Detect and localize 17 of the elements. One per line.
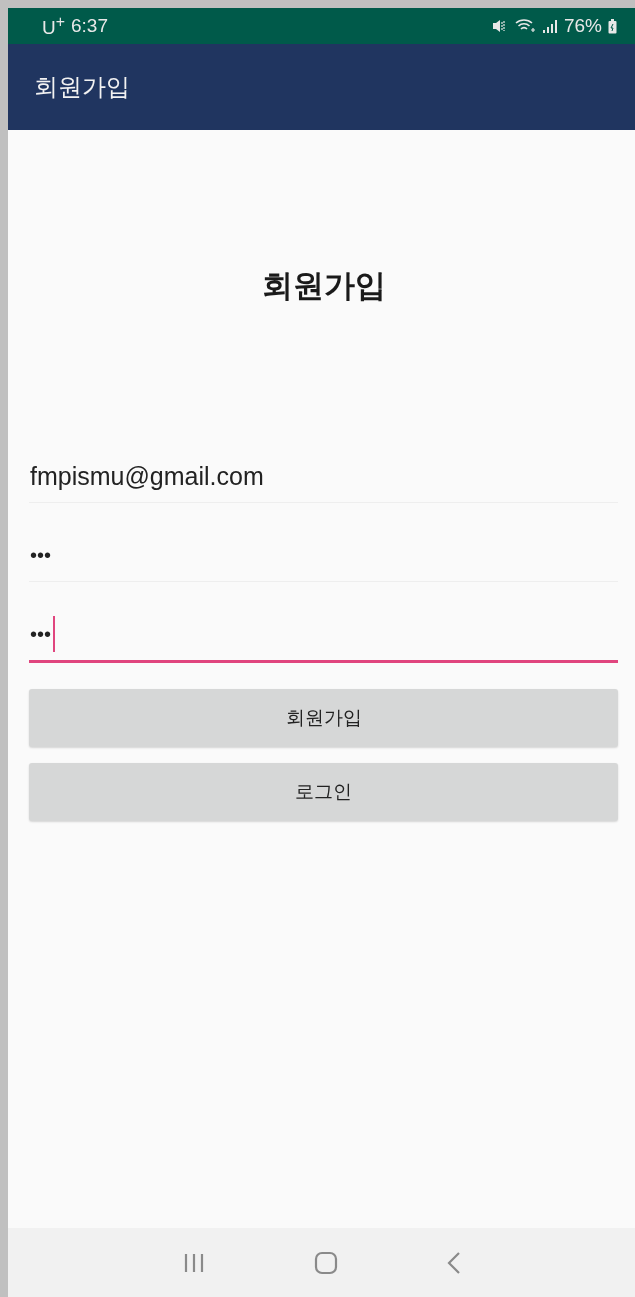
home-icon[interactable] — [313, 1250, 338, 1275]
sign-up-button[interactable]: 회원가입 — [29, 689, 618, 747]
back-icon[interactable] — [446, 1250, 461, 1275]
password-field[interactable]: ••• — [29, 529, 618, 582]
battery-percent: 76% — [563, 15, 602, 37]
password-field[interactable]: ••• — [29, 608, 618, 663]
page-heading: 회원가입 — [260, 266, 387, 305]
mute-icon — [491, 19, 508, 33]
email-field[interactable]: fmpismu@gmail.com — [29, 450, 618, 503]
wifi-icon — [513, 18, 536, 34]
recent-apps-icon[interactable] — [182, 1251, 205, 1274]
app-bar-title: 회원가입 — [34, 72, 130, 103]
battery-icon — [608, 18, 617, 34]
clock-time: 6:37 — [71, 15, 108, 37]
carrier-label: U$^{+}$ — [42, 12, 65, 40]
login-button[interactable]: 로그인 — [29, 763, 618, 821]
signal-icon — [541, 19, 558, 33]
